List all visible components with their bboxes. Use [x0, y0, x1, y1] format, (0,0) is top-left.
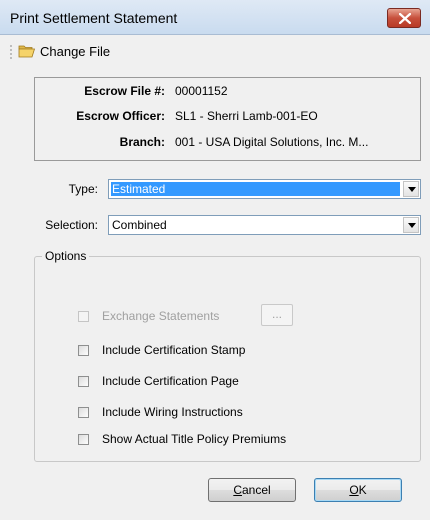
cancel-button[interactable]: Cancel — [208, 478, 296, 502]
title-bar: Print Settlement Statement — [0, 0, 430, 35]
cancel-label-rest: ancel — [241, 483, 271, 497]
chevron-down-icon — [408, 223, 416, 228]
escrow-file-value: 00001152 — [175, 84, 228, 98]
ok-button[interactable]: OK — [314, 478, 402, 502]
escrow-file-label: Escrow File #: — [84, 84, 165, 98]
exchange-statements-label: Exchange Statements — [102, 309, 220, 323]
certification-stamp-checkbox[interactable]: Include Certification Stamp — [78, 343, 245, 357]
certification-page-label: Include Certification Page — [102, 374, 239, 388]
change-file-button[interactable]: Change File — [18, 40, 110, 62]
escrow-info-panel: Escrow File #: 00001152 Escrow Officer: … — [34, 77, 421, 161]
ok-label-rest: K — [358, 483, 367, 497]
selection-value: Combined — [112, 218, 167, 232]
toolbar-grip[interactable] — [10, 44, 12, 60]
checkbox-box[interactable] — [78, 375, 89, 387]
selection-dropdown[interactable]: Combined — [108, 215, 421, 235]
branch-label: Branch: — [119, 135, 165, 149]
folder-open-icon — [18, 45, 36, 58]
cancel-mnemonic: C — [233, 483, 242, 497]
type-value: Estimated — [112, 182, 166, 196]
options-group-title: Options — [42, 249, 90, 263]
actual-title-policy-label: Show Actual Title Policy Premiums — [102, 432, 287, 446]
type-dropdown-arrow[interactable] — [403, 181, 419, 197]
ok-mnemonic: O — [349, 483, 359, 497]
certification-stamp-label: Include Certification Stamp — [102, 343, 246, 357]
window-title: Print Settlement Statement — [10, 10, 178, 26]
checkbox-box[interactable] — [78, 310, 89, 322]
branch-row: Branch: 001 - USA Digital Solutions, Inc… — [35, 135, 420, 151]
exchange-statements-browse-button[interactable]: ... — [261, 304, 293, 326]
type-label: Type: — [68, 182, 98, 196]
escrow-officer-value: SL1 - Sherri Lamb-001-EO — [175, 109, 318, 123]
wiring-instructions-checkbox[interactable]: Include Wiring Instructions — [78, 405, 243, 419]
chevron-down-icon — [408, 187, 416, 192]
selection-label: Selection: — [45, 218, 98, 232]
type-dropdown[interactable]: Estimated — [108, 179, 421, 199]
close-button[interactable] — [387, 8, 421, 28]
print-settlement-dialog: Print Settlement Statement Change File E… — [0, 0, 430, 520]
escrow-file-row: Escrow File #: 00001152 — [35, 84, 420, 100]
checkbox-box[interactable] — [78, 344, 89, 356]
wiring-instructions-label: Include Wiring Instructions — [102, 405, 243, 419]
checkbox-box[interactable] — [78, 433, 89, 445]
checkbox-box[interactable] — [78, 406, 89, 418]
actual-title-policy-checkbox[interactable]: Show Actual Title Policy Premiums — [78, 432, 286, 446]
change-file-label: Change File — [40, 43, 111, 59]
close-icon — [399, 13, 411, 24]
branch-value: 001 - USA Digital Solutions, Inc. M... — [175, 135, 369, 149]
escrow-officer-row: Escrow Officer: SL1 - Sherri Lamb-001-EO — [35, 109, 420, 125]
certification-page-checkbox[interactable]: Include Certification Page — [78, 374, 239, 388]
selection-dropdown-arrow[interactable] — [403, 217, 419, 233]
exchange-statements-checkbox[interactable]: Exchange Statements — [78, 309, 219, 323]
escrow-officer-label: Escrow Officer: — [76, 109, 165, 123]
